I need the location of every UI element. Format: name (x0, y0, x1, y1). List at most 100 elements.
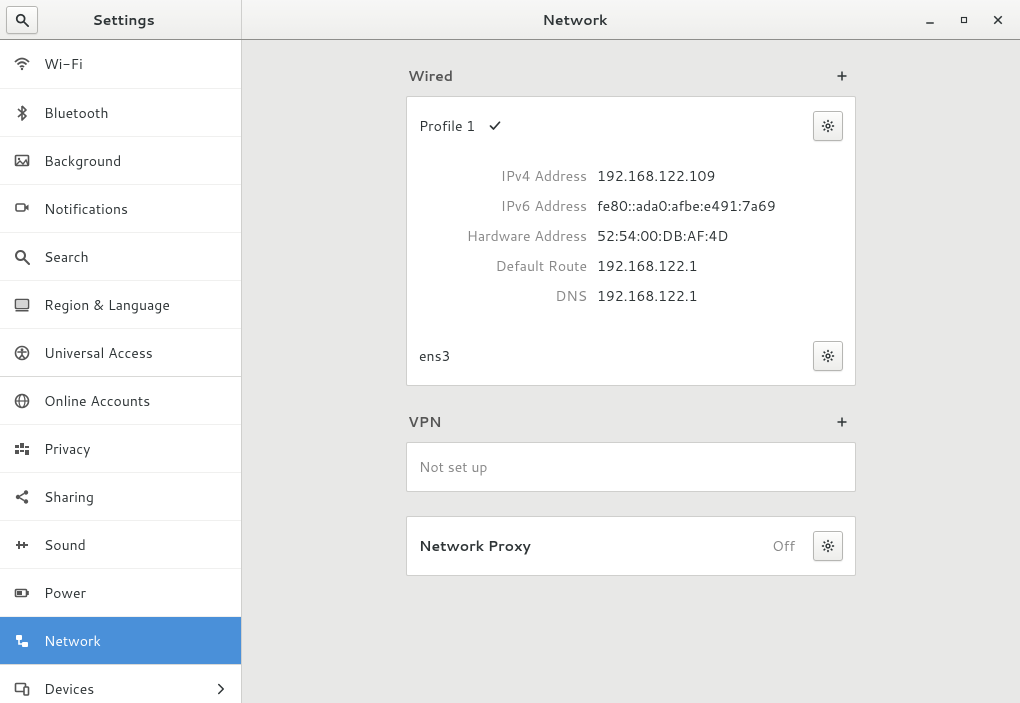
sidebar-item-label: Bluetooth (44, 103, 108, 123)
maximize-icon (959, 15, 969, 25)
search-button[interactable] (6, 6, 38, 34)
plus-icon (836, 70, 848, 82)
detail-value: 192.168.122.109 (597, 166, 843, 186)
sidebar-item-label: Privacy (44, 439, 90, 459)
minimize-icon (924, 14, 936, 26)
proxy-card: Network Proxy Off (406, 516, 856, 576)
sidebar: Wi-Fi Bluetooth Background Notifications Sea… (0, 40, 242, 703)
close-button[interactable] (990, 12, 1006, 28)
sidebar-item-region-language[interactable]: Region & Language (0, 280, 241, 328)
sidebar-item-label: Notifications (44, 199, 128, 219)
sidebar-item-notifications[interactable]: Notifications (0, 184, 241, 232)
maximize-button[interactable] (956, 12, 972, 28)
titlebar: Settings Network (0, 0, 1020, 40)
sidebar-item-label: Universal Access (44, 343, 153, 363)
sidebar-title: Settings (38, 10, 241, 30)
sidebar-item-label: Search (44, 247, 89, 267)
detail-value: 192.168.122.1 (597, 256, 843, 276)
sidebar-item-label: Background (44, 151, 121, 171)
vpn-section: VPN Not set up (406, 386, 856, 492)
minimize-button[interactable] (922, 12, 938, 28)
sidebar-item-network[interactable]: Network (0, 616, 241, 664)
wired-iface-row[interactable]: ens3 (407, 327, 855, 385)
detail-row: DNS192.168.122.1 (419, 281, 843, 311)
sidebar-item-label: Region & Language (44, 295, 170, 315)
wifi-icon (14, 56, 30, 72)
wired-iface-settings-button[interactable] (813, 341, 843, 371)
detail-label: IPv4 Address (419, 166, 597, 186)
proxy-section: Network Proxy Off (406, 516, 856, 576)
search-icon (15, 13, 29, 27)
sidebar-item-label: Online Accounts (44, 391, 150, 411)
wired-title: Wired (408, 66, 453, 86)
detail-value: 192.168.122.1 (597, 286, 843, 306)
wired-section: Wired Profile 1 IPv4 Address192.168.122.… (406, 40, 856, 386)
detail-row: Hardware Address52:54:00:DB:AF:4D (419, 221, 843, 251)
page-title: Network (242, 10, 908, 30)
search-icon (14, 249, 30, 265)
content-pane: Wired Profile 1 IPv4 Address192.168.122.… (242, 40, 1020, 703)
proxy-status: Off (772, 536, 803, 556)
sidebar-item-devices[interactable]: Devices (0, 664, 241, 703)
network-icon (14, 633, 30, 649)
chevron-right-icon (215, 683, 227, 695)
universal-icon (14, 345, 30, 361)
close-icon (992, 14, 1004, 26)
wired-header: Wired (406, 40, 856, 96)
sidebar-item-search[interactable]: Search (0, 232, 241, 280)
vpn-empty-row: Not set up (407, 443, 855, 491)
sidebar-item-label: Sound (44, 535, 86, 555)
titlebar-left: Settings (0, 0, 242, 39)
region-icon (14, 297, 30, 313)
sidebar-item-power[interactable]: Power (0, 568, 241, 616)
vpn-title: VPN (408, 412, 441, 432)
vpn-header: VPN (406, 386, 856, 442)
privacy-icon (14, 441, 30, 457)
vpn-card: Not set up (406, 442, 856, 492)
background-icon (14, 153, 30, 169)
sharing-icon (14, 489, 30, 505)
detail-row: IPv6 Addressfe80::ada0:afbe:e491:7a69 (419, 191, 843, 221)
detail-row: Default Route192.168.122.1 (419, 251, 843, 281)
add-wired-button[interactable] (830, 64, 854, 88)
detail-row: IPv4 Address192.168.122.109 (419, 161, 843, 191)
sidebar-item-label: Devices (44, 679, 94, 699)
proxy-row[interactable]: Network Proxy Off (407, 517, 855, 575)
gear-icon (821, 119, 835, 133)
sidebar-item-background[interactable]: Background (0, 136, 241, 184)
plus-icon (836, 416, 848, 428)
wired-profile-settings-button[interactable] (813, 111, 843, 141)
sidebar-item-sharing[interactable]: Sharing (0, 472, 241, 520)
gear-icon (821, 539, 835, 553)
detail-label: Hardware Address (419, 226, 597, 246)
detail-value: 52:54:00:DB:AF:4D (597, 226, 843, 246)
sidebar-item-sound[interactable]: Sound (0, 520, 241, 568)
wired-card: Profile 1 IPv4 Address192.168.122.109IPv… (406, 96, 856, 386)
detail-label: DNS (419, 286, 597, 306)
sidebar-item-online-accounts[interactable]: Online Accounts (0, 376, 241, 424)
online-icon (14, 393, 30, 409)
wired-details: IPv4 Address192.168.122.109IPv6 Addressf… (407, 155, 855, 327)
power-icon (14, 585, 30, 601)
gear-icon (821, 349, 835, 363)
proxy-settings-button[interactable] (813, 531, 843, 561)
add-vpn-button[interactable] (830, 410, 854, 434)
detail-label: IPv6 Address (419, 196, 597, 216)
wired-iface-name: ens3 (419, 346, 450, 366)
vpn-empty-text: Not set up (419, 457, 487, 477)
wired-profile-row[interactable]: Profile 1 (407, 97, 855, 155)
devices-icon (14, 681, 30, 697)
sidebar-item-label: Sharing (44, 487, 94, 507)
sidebar-item-wi-fi[interactable]: Wi-Fi (0, 40, 241, 88)
sidebar-item-privacy[interactable]: Privacy (0, 424, 241, 472)
detail-label: Default Route (419, 256, 597, 276)
sidebar-item-universal-access[interactable]: Universal Access (0, 328, 241, 376)
wired-profile-name: Profile 1 (419, 116, 475, 136)
sound-icon (14, 537, 30, 553)
sidebar-item-label: Power (44, 583, 86, 603)
sidebar-item-label: Network (44, 631, 101, 651)
check-icon (489, 120, 501, 132)
sidebar-item-bluetooth[interactable]: Bluetooth (0, 88, 241, 136)
window-controls (908, 12, 1020, 28)
proxy-title: Network Proxy (419, 536, 531, 556)
